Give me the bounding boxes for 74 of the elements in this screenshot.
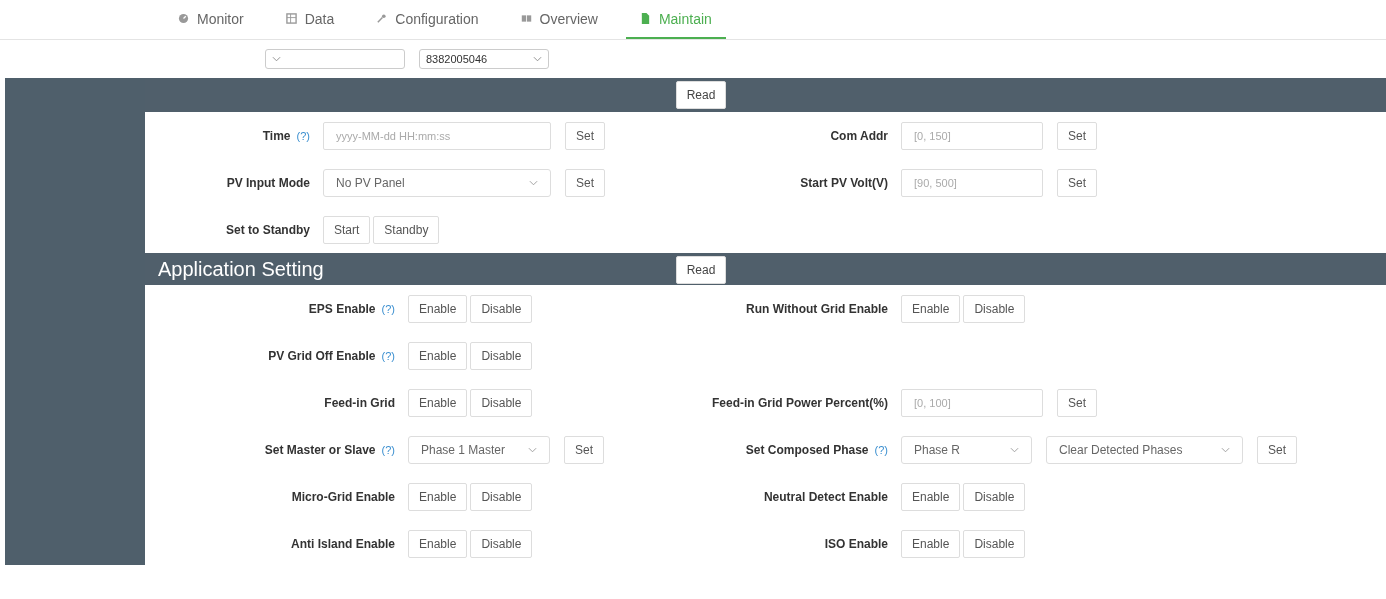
help-link[interactable]: (?) <box>296 129 310 142</box>
dropdown[interactable]: Phase R <box>901 435 1032 464</box>
action-button[interactable]: Enable <box>901 482 961 511</box>
read-button[interactable]: Read <box>676 256 726 284</box>
action-button[interactable]: Enable <box>408 294 468 323</box>
read-button[interactable]: Read <box>676 81 726 109</box>
dropdown[interactable] <box>265 49 405 69</box>
tab[interactable]: Overview <box>506 0 612 39</box>
action-button[interactable]: Disable <box>963 294 1026 323</box>
help-link[interactable]: (?) <box>381 302 395 315</box>
input-field[interactable]: [0, 150] <box>901 121 1043 150</box>
action-button[interactable]: Disable <box>963 482 1026 511</box>
wrench-icon <box>376 13 388 24</box>
caret-icon <box>528 446 537 453</box>
tab[interactable]: Configuration <box>362 0 493 39</box>
action-button[interactable]: Enable <box>408 341 468 370</box>
field-label: Micro-Grid Enable <box>291 489 395 504</box>
dropdown[interactable]: Phase 1 Master <box>408 435 550 464</box>
action-button[interactable]: Disable <box>470 482 533 511</box>
action-button[interactable]: Set <box>1057 168 1097 197</box>
field-label: Run Without Grid Enable <box>746 301 888 316</box>
field-label: Set Composed Phase <box>745 442 869 457</box>
dropdown[interactable]: No PV Panel <box>323 168 551 197</box>
field-label: Feed-in Grid Power Percent(%) <box>711 395 888 410</box>
field-label: Com Addr <box>830 128 888 143</box>
action-button[interactable]: Enable <box>408 388 468 417</box>
tab[interactable]: Data <box>271 0 349 39</box>
input-field[interactable]: [90, 500] <box>901 168 1043 197</box>
field-label: Start PV Volt(V) <box>800 175 888 190</box>
action-button[interactable]: Set <box>1057 388 1097 417</box>
help-link[interactable]: (?) <box>381 443 395 456</box>
field-label: Set Master or Slave <box>264 442 376 457</box>
action-button[interactable]: Enable <box>408 529 468 558</box>
input-field[interactable]: yyyy-MM-dd HH:mm:ss <box>323 121 551 150</box>
field-label: PV Grid Off Enable <box>268 348 376 363</box>
field-label: Time <box>262 128 291 143</box>
input-field[interactable]: [0, 100] <box>901 388 1043 417</box>
caret-icon <box>1010 446 1019 453</box>
action-button[interactable]: Standby <box>373 215 440 244</box>
field-label: Set to Standby <box>226 222 310 237</box>
action-button[interactable]: Set <box>1257 435 1297 464</box>
help-link[interactable]: (?) <box>874 443 888 456</box>
caret-icon <box>529 179 538 186</box>
action-button[interactable]: Disable <box>470 294 533 323</box>
action-button[interactable]: Disable <box>470 388 533 417</box>
action-button[interactable]: Disable <box>470 341 533 370</box>
device-dropdown[interactable]: 8382005046 <box>419 49 549 69</box>
caret-icon <box>533 56 542 62</box>
caret-icon <box>272 56 281 62</box>
help-link[interactable]: (?) <box>381 349 395 362</box>
action-button[interactable]: Disable <box>470 529 533 558</box>
action-button[interactable]: Set <box>565 121 605 150</box>
action-button[interactable]: Enable <box>408 482 468 511</box>
gauge-icon <box>178 13 189 24</box>
action-button[interactable]: Set <box>565 168 605 197</box>
caret-icon <box>1221 446 1230 453</box>
field-label: Feed-in Grid <box>324 395 395 410</box>
action-button[interactable]: Set <box>564 435 604 464</box>
field-label: EPS Enable <box>308 301 376 316</box>
section-title: Application Setting <box>157 257 324 281</box>
dropdown[interactable]: Clear Detected Phases <box>1046 435 1243 464</box>
action-button[interactable]: Disable <box>963 529 1026 558</box>
action-button[interactable]: Set <box>1057 121 1097 150</box>
book-icon <box>520 13 532 24</box>
field-label: PV Input Mode <box>226 175 310 190</box>
action-button[interactable]: Enable <box>901 529 961 558</box>
tab[interactable]: Monitor <box>164 0 258 39</box>
field-label: ISO Enable <box>824 536 888 551</box>
action-button[interactable]: Enable <box>901 294 961 323</box>
field-label: Anti Island Enable <box>291 536 395 551</box>
action-button[interactable]: Start <box>323 215 371 244</box>
document-icon <box>639 13 651 24</box>
grid-icon <box>285 13 297 24</box>
field-label: Neutral Detect Enable <box>763 489 888 504</box>
